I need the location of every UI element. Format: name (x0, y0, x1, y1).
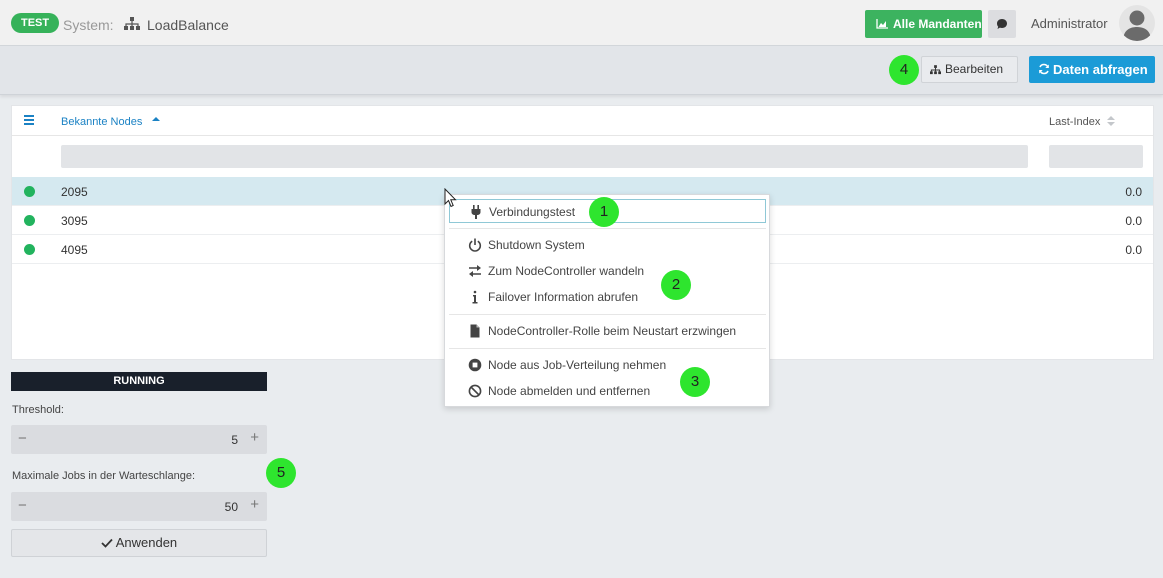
menu-item-label: Node abmelden und entfernen (488, 384, 651, 398)
menu-item-label: NodeController-Rolle beim Neustart erzwi… (488, 324, 737, 338)
edit-label: Bearbeiten (945, 62, 1004, 76)
node-cell: 2095 (61, 185, 88, 199)
status-online-icon (24, 244, 35, 255)
status-online-icon (24, 215, 35, 226)
fetch-data-label: Daten abfragen (1053, 62, 1148, 77)
system-label: System: (63, 17, 114, 33)
annotation-marker-4: 4 (889, 55, 919, 85)
fetch-data-button[interactable]: Daten abfragen (1029, 56, 1155, 83)
apply-label: Anwenden (115, 535, 178, 550)
column-header-last-index[interactable]: Last-Index (1049, 116, 1100, 128)
sitemap-icon (930, 65, 941, 75)
column-menu-icon[interactable] (24, 115, 34, 125)
node-cell: 3095 (61, 214, 88, 228)
max-jobs-value[interactable]: 50 (225, 500, 238, 514)
table-header: Bekannte Nodes Last-Index (12, 106, 1153, 136)
menu-item-label: Failover Information abrufen (488, 290, 639, 304)
all-clients-button[interactable]: Alle Mandanten (865, 10, 982, 38)
last-index-filter-input[interactable] (1049, 145, 1143, 168)
area-chart-icon (876, 19, 888, 29)
environment-badge: TEST (11, 13, 60, 33)
plug-icon (471, 205, 481, 219)
power-icon (468, 238, 482, 252)
menu-item-shutdown[interactable]: Shutdown System (449, 233, 766, 257)
filter-row (12, 136, 1153, 177)
max-jobs-decrement-button[interactable]: − (18, 497, 27, 514)
refresh-icon (1039, 63, 1049, 75)
avatar[interactable] (1119, 5, 1155, 41)
menu-item-label: Shutdown System (488, 238, 585, 252)
annotation-marker-5: 5 (266, 458, 296, 488)
menu-divider (449, 314, 766, 315)
menu-item-remove-from-job-distribution[interactable]: Node aus Job-Verteilung nehmen (449, 353, 766, 377)
max-jobs-label: Maximale Jobs in der Warteschlange: (12, 470, 196, 482)
chat-button[interactable] (988, 10, 1016, 38)
swap-icon (469, 265, 481, 277)
file-icon (470, 324, 480, 338)
edit-button[interactable]: Bearbeiten (921, 56, 1018, 83)
sort-ascending-icon (152, 117, 160, 121)
user-avatar-icon (1123, 10, 1151, 41)
menu-item-failover-info[interactable]: Failover Information abrufen (449, 285, 766, 309)
last-index-cell: 0.0 (1125, 185, 1142, 199)
node-cell: 4095 (61, 243, 88, 257)
threshold-label: Threshold: (12, 404, 64, 416)
top-bar: TEST System: LoadBalance Alle Mandanten … (0, 0, 1163, 46)
user-name[interactable]: Administrator (1031, 16, 1108, 31)
menu-item-convert-nodecontroller[interactable]: Zum NodeController wandeln (449, 259, 766, 283)
threshold-stepper[interactable]: − 5 + (11, 425, 267, 454)
status-online-icon (24, 186, 35, 197)
all-clients-label: Alle Mandanten (893, 17, 982, 31)
ban-icon (468, 384, 482, 398)
last-index-cell: 0.0 (1125, 214, 1142, 228)
system-name: LoadBalance (147, 17, 229, 33)
check-icon (101, 538, 113, 548)
nodes-filter-input[interactable] (61, 145, 1028, 168)
menu-item-unregister-node[interactable]: Node abmelden und entfernen (449, 379, 766, 403)
max-jobs-increment-button[interactable]: + (250, 496, 259, 513)
last-index-cell: 0.0 (1125, 243, 1142, 257)
threshold-increment-button[interactable]: + (250, 429, 259, 446)
comment-icon (997, 19, 1007, 29)
action-bar: Bearbeiten Daten abfragen (0, 46, 1163, 95)
sort-icon (1107, 116, 1115, 126)
menu-item-force-nodecontroller-role[interactable]: NodeController-Rolle beim Neustart erzwi… (449, 319, 766, 343)
apply-button[interactable]: Anwenden (11, 529, 267, 557)
status-badge: RUNNING (11, 372, 267, 391)
threshold-decrement-button[interactable]: − (18, 430, 27, 447)
annotation-marker-2: 2 (661, 270, 691, 300)
mouse-cursor-icon (444, 188, 457, 208)
menu-item-label: Verbindungstest (489, 205, 576, 219)
annotation-marker-1: 1 (589, 197, 619, 227)
menu-divider (449, 348, 766, 349)
column-header-nodes[interactable]: Bekannte Nodes (61, 116, 142, 128)
annotation-marker-3: 3 (680, 367, 710, 397)
menu-item-label: Node aus Job-Verteilung nehmen (488, 358, 667, 372)
stop-circle-icon (468, 358, 482, 372)
sitemap-icon (124, 17, 140, 30)
threshold-value[interactable]: 5 (231, 433, 238, 447)
menu-divider (449, 228, 766, 229)
info-icon (472, 290, 478, 304)
max-jobs-stepper[interactable]: − 50 + (11, 492, 267, 521)
menu-item-label: Zum NodeController wandeln (488, 264, 645, 278)
